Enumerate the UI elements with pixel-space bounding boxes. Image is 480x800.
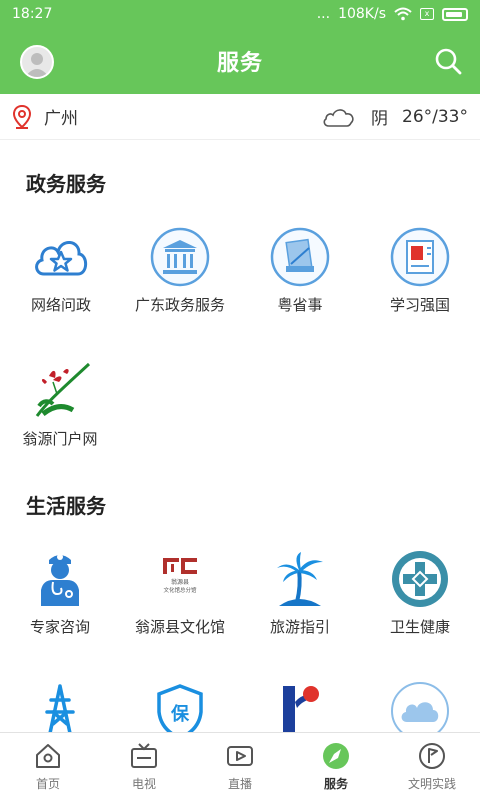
app-header: 服务 <box>0 28 480 94</box>
weather-text: 阴 <box>371 109 388 129</box>
doctor-icon <box>41 554 79 606</box>
tv-icon <box>131 743 157 768</box>
status-bar: 18:27 ... 108K/s x <box>0 0 480 28</box>
service-tile[interactable]: 专家咨询 <box>0 548 120 637</box>
location-weather-bar: 广州 阴 26°/33° <box>0 94 480 140</box>
tab-live[interactable]: 直播 <box>192 733 288 800</box>
service-label: 网络问政 <box>30 296 91 314</box>
section-title-gov: 政务服务 <box>26 172 106 196</box>
power-tower-icon <box>45 684 75 732</box>
compass-icon <box>323 743 349 769</box>
section-title-life: 生活服务 <box>26 494 106 518</box>
temperature: 26°/33° <box>402 106 468 127</box>
service-tile[interactable]: 翁源县 文化馆总分馆 翁源县文化馆 <box>120 548 240 637</box>
cloud-weather-icon <box>323 108 354 127</box>
service-label: 粤省事 <box>277 296 323 314</box>
culture-logo-line2: 文化馆总分馆 <box>163 586 197 594</box>
live-video-icon <box>227 746 253 766</box>
document-icon <box>270 227 330 287</box>
network-speed: 108K/s <box>338 6 386 22</box>
service-label: 广东政务服务 <box>134 296 225 314</box>
bottom-tab-bar: 首页 电视 直播 服务 文明实践 <box>0 732 480 800</box>
health-cross-icon <box>392 551 448 607</box>
avatar[interactable] <box>20 45 54 79</box>
palm-island-icon <box>277 552 323 606</box>
service-label: 旅游指引 <box>269 618 330 636</box>
flag-circle-icon <box>419 743 445 769</box>
services-content: 政务服务 网络问政 广东政务服务 粤省事 学习强国 翁源门户网 生活服务 专家咨… <box>0 140 480 732</box>
culture-hall-logo: 翁源县 文化馆总分馆 <box>163 558 197 594</box>
tab-label: 首页 <box>35 777 60 791</box>
service-label: 学习强国 <box>389 296 450 314</box>
service-tile[interactable] <box>240 680 360 732</box>
service-tile[interactable]: 学习强国 <box>360 226 480 315</box>
service-tile[interactable]: 广东政务服务 <box>120 226 240 315</box>
tab-label: 服务 <box>323 777 348 791</box>
service-tile[interactable]: 卫生健康 <box>360 548 480 637</box>
service-tile[interactable]: 网络问政 <box>1 226 121 315</box>
service-tile[interactable]: 翁源门户网 <box>0 360 120 449</box>
cloud-icon <box>391 682 449 732</box>
tab-label: 文明实践 <box>407 777 456 791</box>
battery-icon <box>442 7 468 21</box>
location-pin-icon[interactable] <box>12 104 32 129</box>
tab-service[interactable]: 服务 <box>288 733 384 800</box>
service-tile[interactable] <box>0 680 120 732</box>
service-label: 专家咨询 <box>29 618 90 636</box>
service-tile[interactable] <box>360 680 480 732</box>
sim-icon: x <box>420 8 434 20</box>
tab-civilization[interactable]: 文明实践 <box>384 733 480 800</box>
page-title: 服务 <box>216 51 263 76</box>
cloud-star-icon <box>35 241 88 276</box>
user-avatar-icon <box>25 53 49 77</box>
insurance-char: 保 <box>170 703 190 725</box>
city-name[interactable]: 广州 <box>44 104 321 129</box>
service-label: 卫生健康 <box>389 618 450 636</box>
book-flag-icon <box>390 227 450 287</box>
status-time: 18:27 <box>12 6 53 22</box>
service-tile[interactable]: 旅游指引 <box>240 548 360 637</box>
tab-label: 电视 <box>131 777 156 791</box>
tab-home[interactable]: 首页 <box>0 733 96 800</box>
tab-tv[interactable]: 电视 <box>96 733 192 800</box>
orchid-logo-icon <box>35 362 91 417</box>
red-logo-icon <box>283 686 319 732</box>
search-icon[interactable] <box>432 45 464 77</box>
service-label: 翁源门户网 <box>22 430 98 448</box>
culture-logo-line1: 翁源县 <box>171 578 189 586</box>
service-tile[interactable]: 粤省事 <box>240 226 360 315</box>
weather-info: 阴 26°/33° <box>321 104 468 129</box>
home-icon <box>36 744 60 768</box>
wifi-icon <box>394 7 412 21</box>
service-label: 翁源县文化馆 <box>134 618 225 636</box>
insurance-shield-icon: 保 <box>157 684 203 732</box>
tab-label: 直播 <box>227 777 252 791</box>
status-dots: ... <box>316 6 331 22</box>
government-building-icon <box>150 227 210 287</box>
service-tile[interactable]: 保 <box>120 680 240 732</box>
